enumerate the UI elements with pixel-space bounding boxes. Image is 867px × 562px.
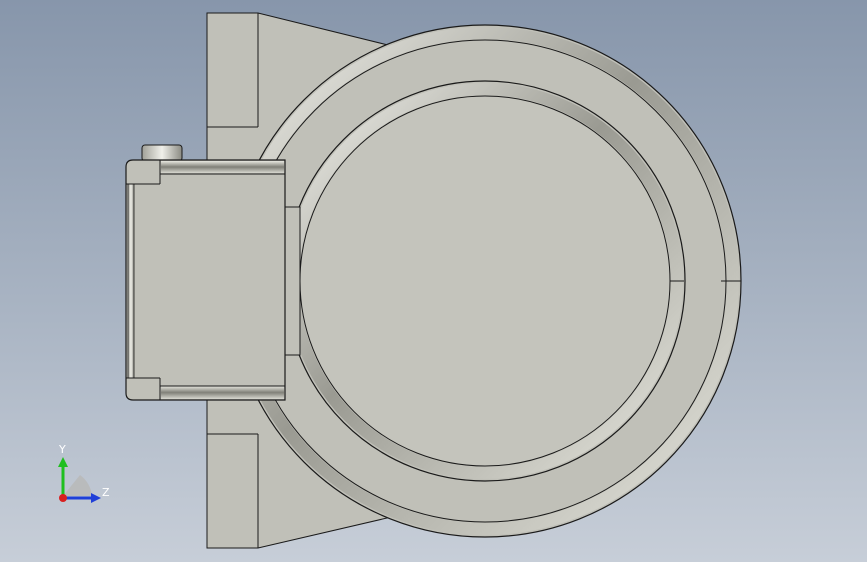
axis-z-label: Z [102,486,110,499]
model-view[interactable] [0,0,867,562]
connection-box [125,144,301,401]
axis-y-label: Y [59,443,66,456]
coordinate-triad: Y Z [40,440,130,520]
axis-plane-indicator-icon [63,475,92,496]
graphics-viewport[interactable]: Y Z [0,0,867,562]
axis-origin-icon [59,494,67,502]
